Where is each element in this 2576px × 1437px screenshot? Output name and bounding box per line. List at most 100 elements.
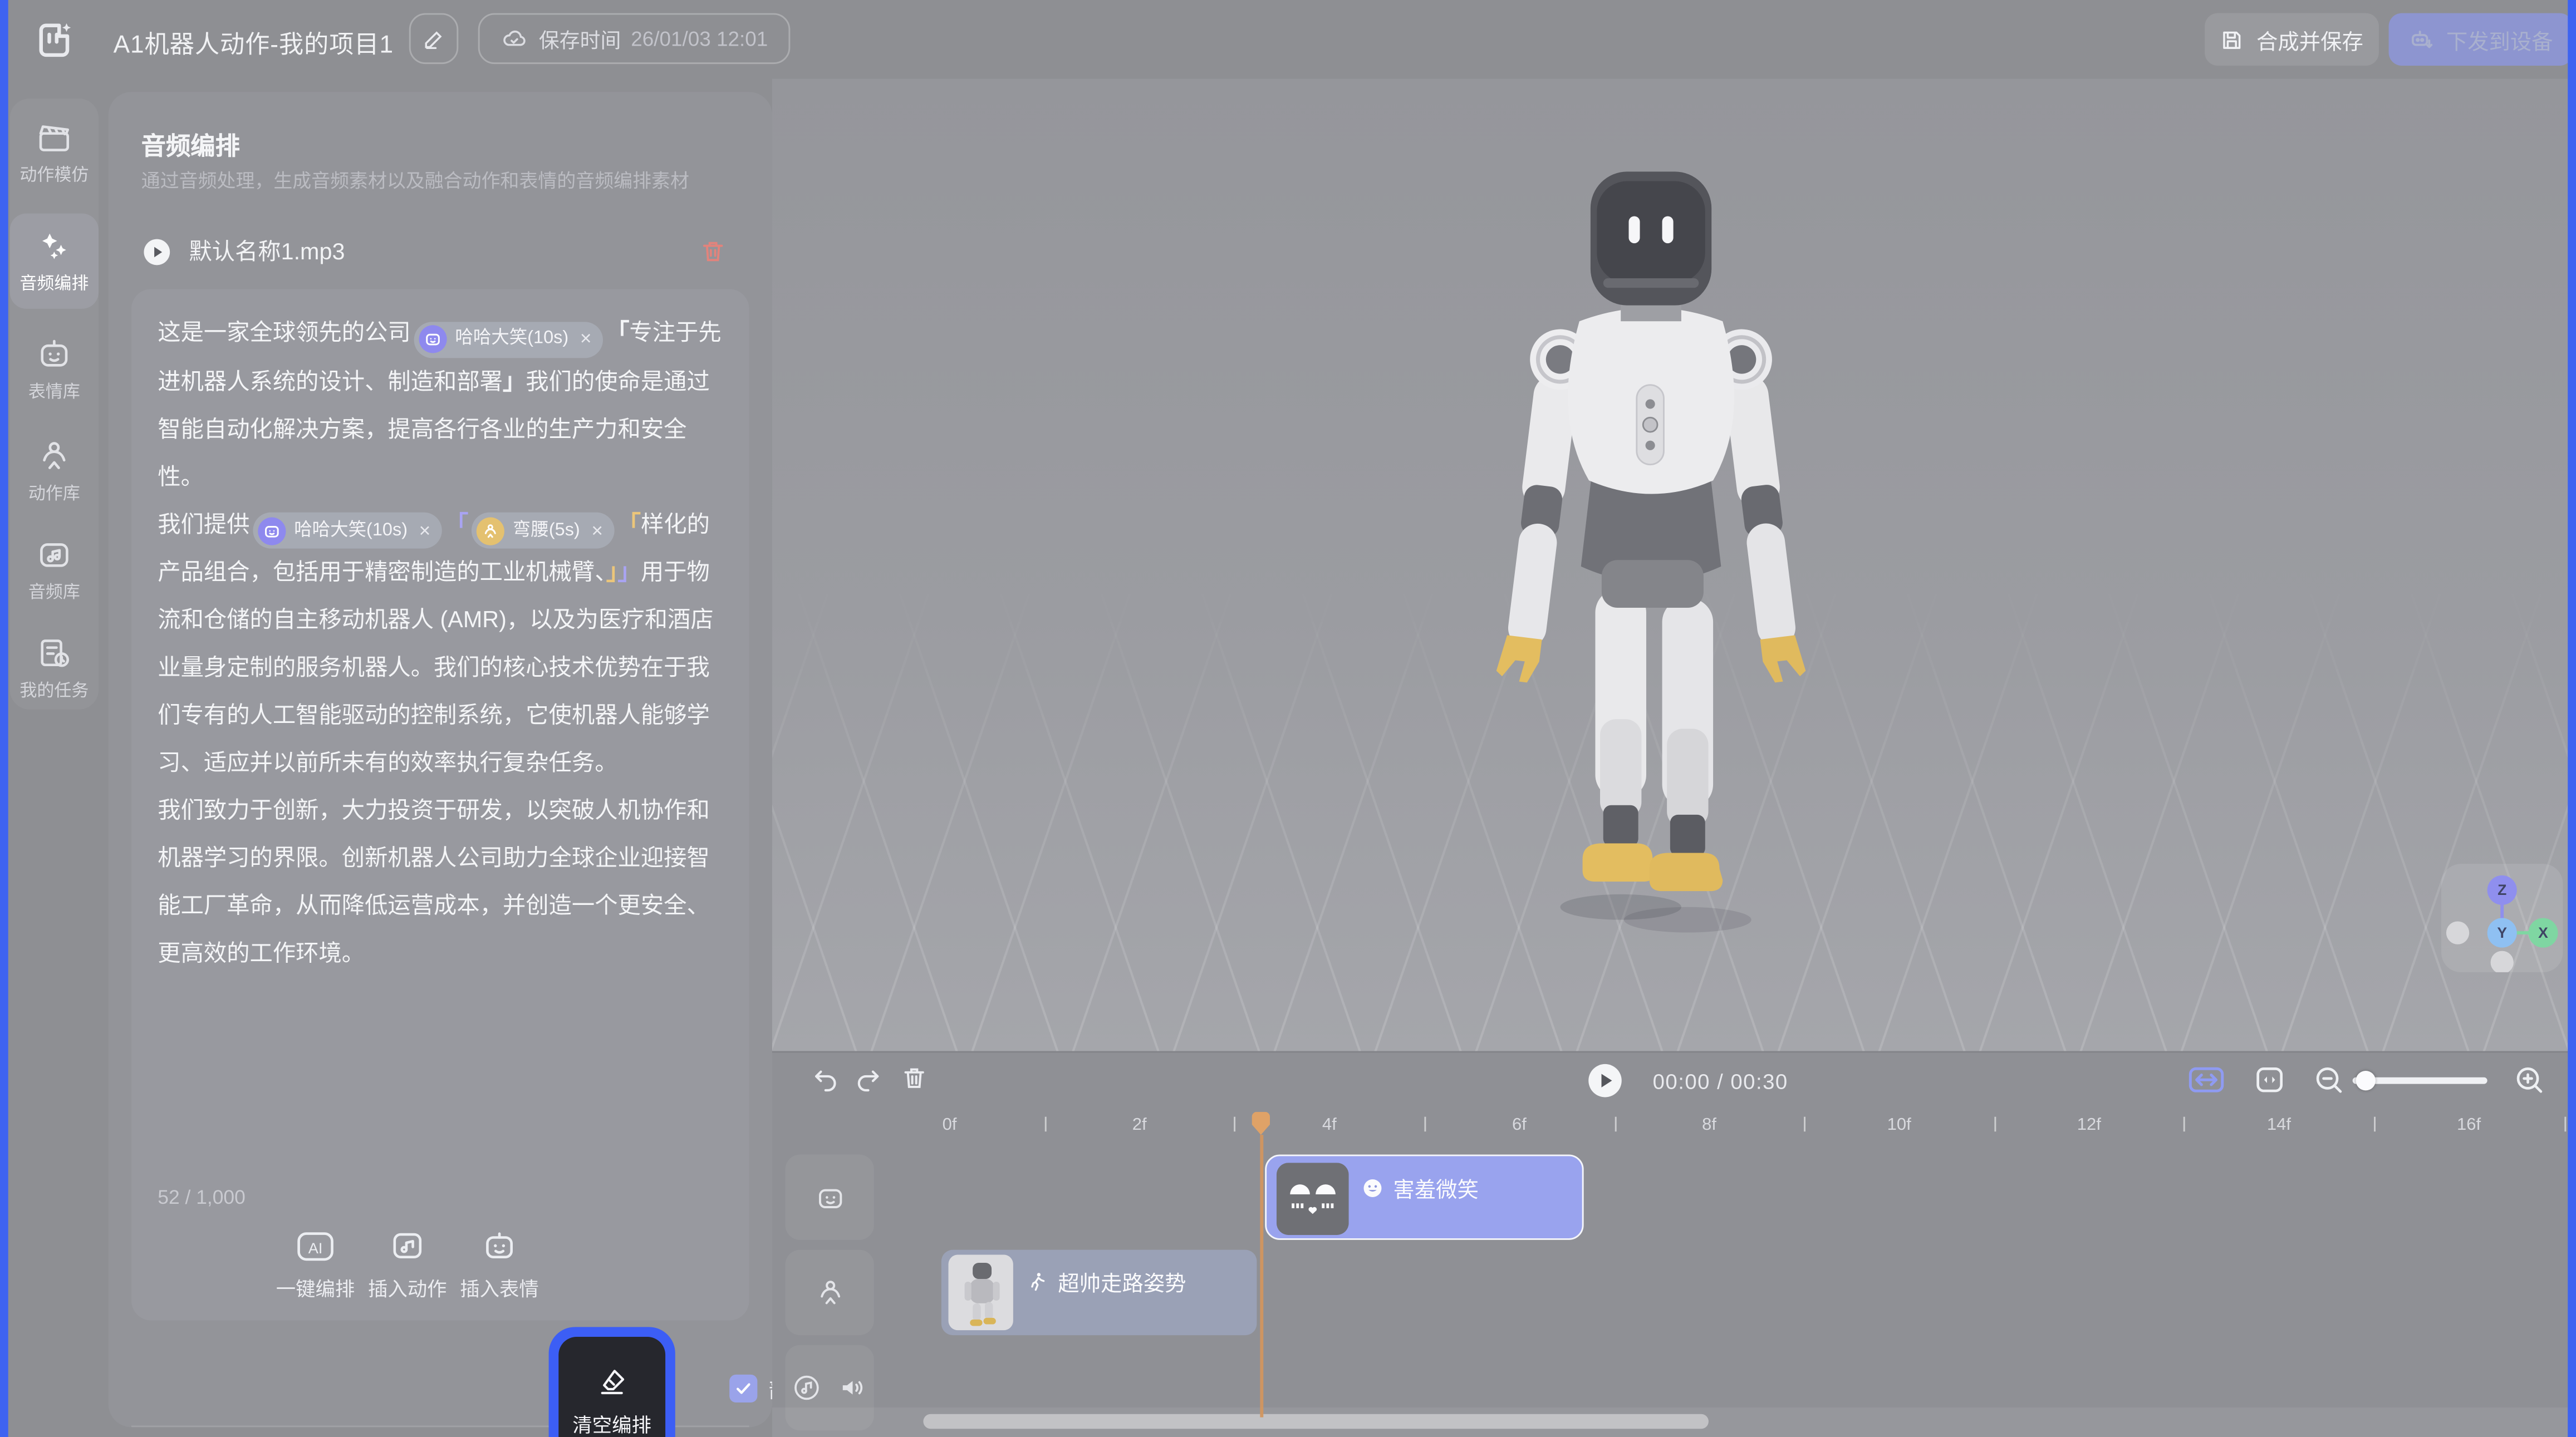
one-click-arrange-button[interactable]: AI 一键编排 xyxy=(269,1228,361,1302)
svg-text:AI: AI xyxy=(308,1239,323,1257)
audio-arrange-panel: 音频编排 通过音频处理，生成音频素材以及融合动作和表情的音频编排素材 默认名称1… xyxy=(109,92,772,1427)
save-time: 26/01/03 12:01 xyxy=(631,27,768,50)
expression-track-icon xyxy=(814,1182,845,1213)
checkbox-checked-icon[interactable] xyxy=(729,1375,757,1402)
ruler-label: 10f xyxy=(1887,1115,1911,1135)
smile-icon xyxy=(1362,1178,1383,1199)
action-clip-thumbnail xyxy=(948,1254,1014,1330)
sidebar-item-my-tasks[interactable]: 我的任务 xyxy=(10,621,99,716)
timeline-panel: 00:00 / 00:30 0f2f4f6f8f10f12f14f16f xyxy=(772,1051,2568,1437)
ruler-tick xyxy=(1424,1117,1426,1132)
person-icon xyxy=(36,437,72,474)
play-audio-button[interactable] xyxy=(141,235,173,267)
timeline-hscroll-thumb[interactable] xyxy=(923,1414,1709,1429)
ruler-label: 4f xyxy=(1322,1115,1337,1135)
sidebar-item-audio-arrange[interactable]: 音频编排 xyxy=(10,214,99,309)
axis-gizmo[interactable]: Z X Y xyxy=(2441,864,2563,972)
audio-file-row: 默认名称1.mp3 xyxy=(141,230,739,273)
top-bar: A1机器人动作-我的项目1 保存时间 26/01/03 12:01 合成并保存 xyxy=(8,0,2568,79)
expression-tag[interactable]: 哈哈大笑(10s)× xyxy=(414,321,603,357)
zoom-in-icon[interactable] xyxy=(2514,1064,2545,1095)
script-editor-card[interactable]: 这是一家全球领先的公司哈哈大笑(10s)×「专注于先进机器人系统的设计、制造和部… xyxy=(131,289,749,1320)
tag-remove-button[interactable]: × xyxy=(580,316,592,363)
app-window: A1机器人动作-我的项目1 保存时间 26/01/03 12:01 合成并保存 xyxy=(0,0,2576,1437)
expression-track-head[interactable] xyxy=(786,1154,874,1239)
task-list-icon xyxy=(36,635,72,671)
slider-knob[interactable] xyxy=(2356,1071,2376,1090)
ai-icon: AI xyxy=(296,1228,335,1264)
timeline-zoom-slider[interactable] xyxy=(2353,1077,2487,1084)
expression-tag[interactable]: 哈哈大笑(10s)× xyxy=(253,513,442,549)
clapperboard-icon xyxy=(36,119,72,155)
delete-audio-button[interactable] xyxy=(700,238,726,264)
project-title: A1机器人动作-我的项目1 xyxy=(114,26,394,61)
ruler-label: 14f xyxy=(2267,1115,2291,1135)
expression-clip-label: 害羞微笑 xyxy=(1393,1173,1478,1204)
rename-button[interactable] xyxy=(409,13,459,64)
timeline-toolbar: 00:00 / 00:30 xyxy=(772,1053,2568,1109)
span-bracket: 「 xyxy=(618,510,641,536)
robot-deploy-icon xyxy=(2408,26,2435,52)
action-track-head[interactable] xyxy=(786,1250,874,1335)
ruler-tick xyxy=(2564,1117,2565,1132)
tag-remove-button[interactable]: × xyxy=(419,506,431,554)
timeline-ruler[interactable]: 0f2f4f6f8f10f12f14f16f xyxy=(772,1109,2568,1148)
clear-arrange-button[interactable]: 清空编排 xyxy=(558,1337,665,1437)
ruler-tick xyxy=(1044,1117,1046,1132)
insert-action-button[interactable]: 插入动作 xyxy=(361,1228,453,1302)
deploy-button[interactable]: 下发到设备 xyxy=(2389,13,2573,66)
expression-clip-thumbnail xyxy=(1277,1163,1349,1235)
audio-file-name: 默认名称1.mp3 xyxy=(189,235,345,268)
clear-arrange-highlight-ring: 清空编排 xyxy=(549,1327,675,1437)
tag-remove-button[interactable]: × xyxy=(591,506,603,554)
zoom-out-icon[interactable] xyxy=(2313,1064,2344,1095)
span-bracket: 」 xyxy=(606,558,618,584)
action-tag[interactable]: 弯腰(5s)× xyxy=(472,513,615,549)
timeline-hscroll-track[interactable] xyxy=(772,1408,2568,1437)
walking-person-icon xyxy=(1027,1271,1048,1292)
sidebar-item-audio-library[interactable]: 音频库 xyxy=(10,522,99,617)
fit-timeline-icon[interactable] xyxy=(2254,1064,2285,1095)
ruler-label: 8f xyxy=(1702,1115,1716,1135)
time-display: 00:00 / 00:30 xyxy=(1653,1069,1788,1094)
action-clip[interactable]: 超帅走路姿势 xyxy=(941,1250,1257,1335)
audio-track-icon xyxy=(792,1373,821,1402)
cloud-saved-icon xyxy=(501,26,527,52)
save-status: 保存时间 26/01/03 12:01 xyxy=(478,13,791,64)
music-box-icon xyxy=(36,536,72,572)
ruler-tick xyxy=(1804,1117,1806,1132)
ruler-tick xyxy=(2184,1117,2186,1132)
delete-clip-icon[interactable] xyxy=(900,1064,928,1092)
sparkles-icon xyxy=(36,228,72,264)
sidebar-item-expression-library[interactable]: 表情库 xyxy=(10,322,99,417)
auto-follow-icon[interactable] xyxy=(2189,1066,2225,1094)
tag-label: 弯腰(5s) xyxy=(513,506,580,554)
redo-icon[interactable] xyxy=(854,1066,882,1094)
tag-label: 哈哈大笑(10s) xyxy=(294,506,408,554)
insert-action-icon xyxy=(389,1228,425,1264)
speaker-icon[interactable] xyxy=(838,1373,867,1402)
app-logo-icon xyxy=(31,17,77,63)
clear-broom-icon xyxy=(596,1366,627,1397)
synthesize-save-button[interactable]: 合成并保存 xyxy=(2205,13,2379,66)
span-bracket: 」 xyxy=(618,558,641,584)
right-edge-highlight xyxy=(2568,0,2576,1437)
ruler-tick xyxy=(2374,1117,2376,1132)
expression-tag-icon xyxy=(419,325,446,353)
sidebar-item-action-library[interactable]: 动作库 xyxy=(10,424,99,519)
save-icon xyxy=(2220,27,2245,52)
script-editor[interactable]: 这是一家全球领先的公司哈哈大笑(10s)×「专注于先进机器人系统的设计、制造和部… xyxy=(158,309,723,1163)
panel-title: 音频编排 xyxy=(141,128,240,163)
ruler-tick xyxy=(1994,1117,1996,1132)
insert-expression-button[interactable]: 插入表情 xyxy=(453,1228,545,1302)
tag-label: 哈哈大笑(10s) xyxy=(455,316,568,363)
expression-clip[interactable]: 害羞微笑 xyxy=(1265,1154,1583,1239)
viewport-3d[interactable]: Z X Y xyxy=(772,79,2568,1051)
play-button[interactable] xyxy=(1587,1062,1623,1099)
sidebar-item-motion-mimic[interactable]: 动作模仿 xyxy=(10,105,99,200)
playhead-line xyxy=(1260,1135,1263,1418)
undo-icon[interactable] xyxy=(812,1066,840,1094)
deploy-label: 下发到设备 xyxy=(2446,24,2553,55)
insert-expression-icon xyxy=(482,1228,518,1264)
ruler-label: 12f xyxy=(2077,1115,2101,1135)
